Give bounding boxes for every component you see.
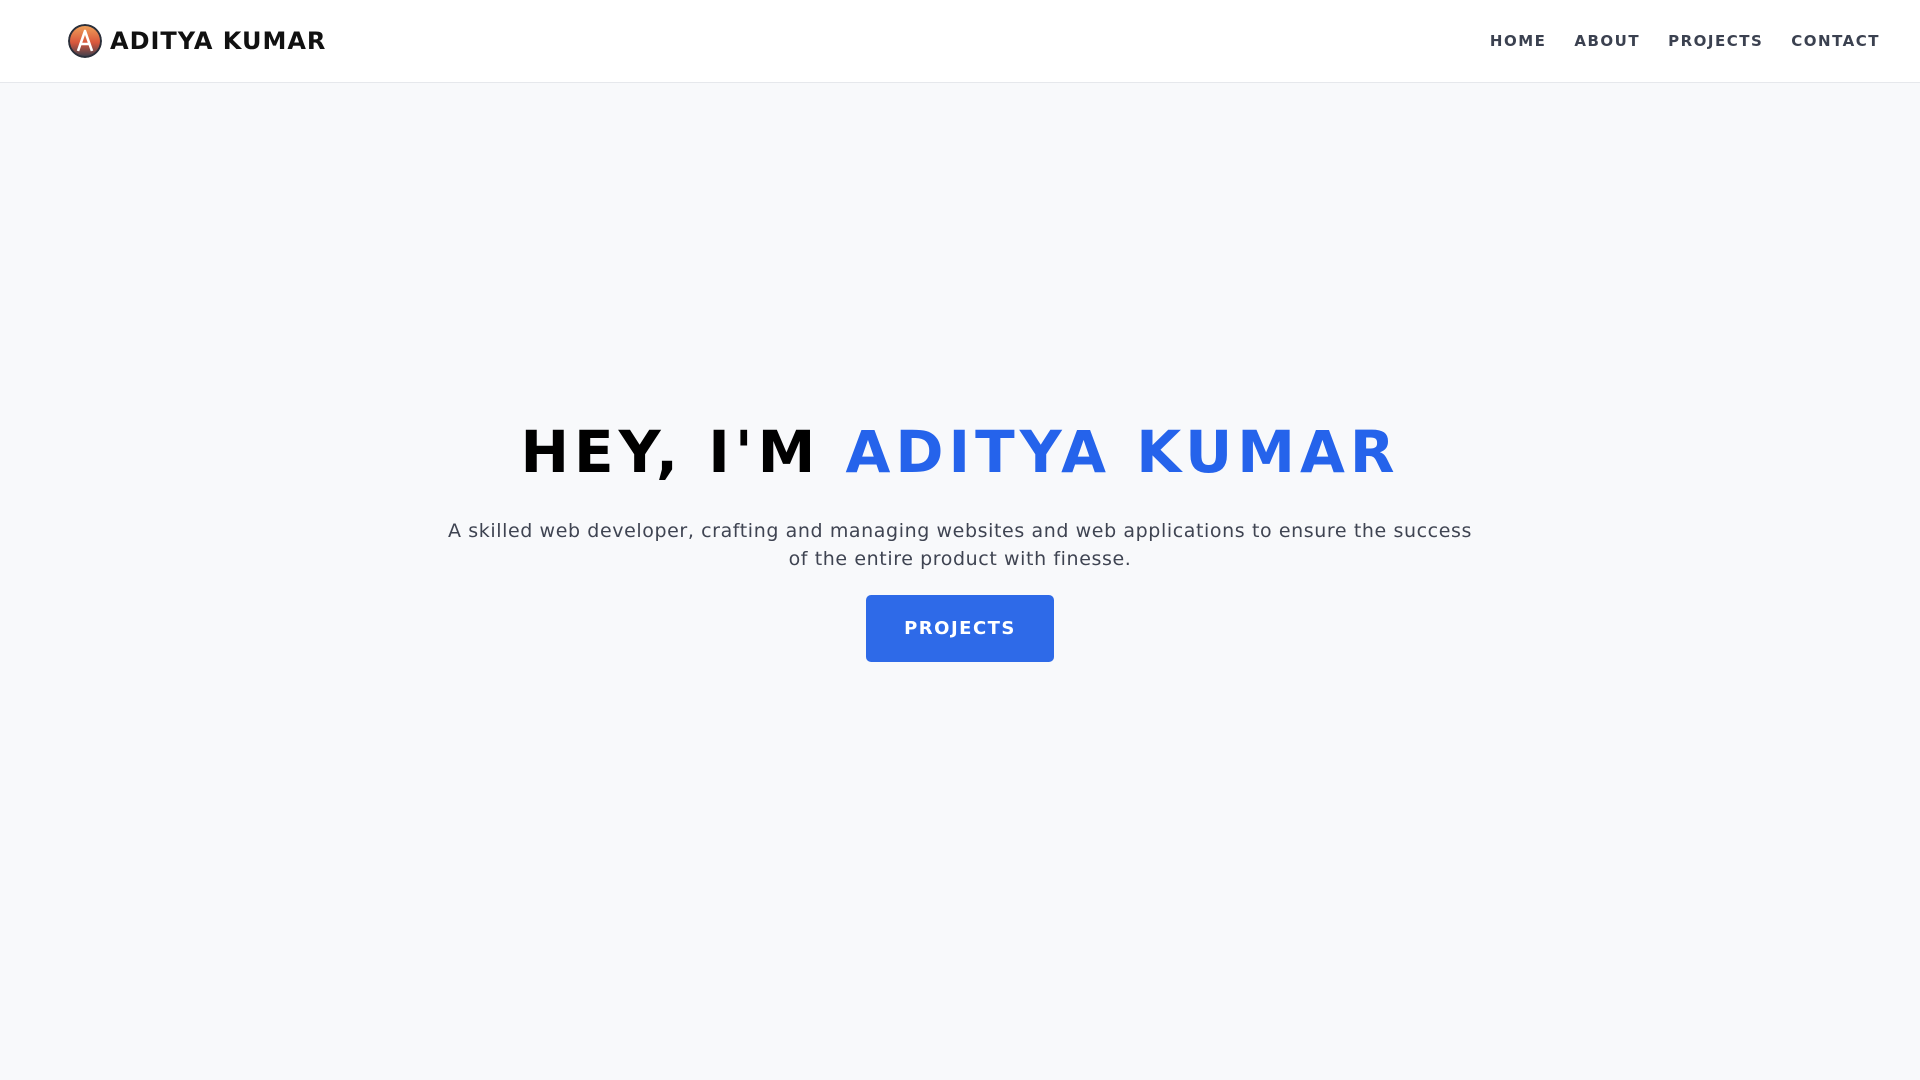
hero-subtitle: A skilled web developer, crafting and ma…: [447, 520, 1472, 570]
brand-home-link[interactable]: ADITYA KUMAR: [68, 24, 326, 58]
nav-contact-link[interactable]: CONTACT: [1791, 32, 1880, 50]
hero-section: HEY, I'M ADITYA KUMAR A skilled web deve…: [0, 83, 1920, 1080]
main-nav: HOME ABOUT PROJECTS CONTACT: [1490, 32, 1880, 50]
avatar-logo-icon: [68, 24, 102, 58]
nav-about-link[interactable]: ABOUT: [1574, 32, 1640, 50]
brand-name: ADITYA KUMAR: [110, 27, 327, 55]
nav-projects-link[interactable]: PROJECTS: [1668, 32, 1763, 50]
projects-cta-button[interactable]: PROJECTS: [866, 595, 1054, 662]
top-navbar: ADITYA KUMAR HOME ABOUT PROJECTS CONTACT: [0, 0, 1920, 83]
nav-home-link[interactable]: HOME: [1490, 32, 1546, 50]
hero-title-prefix: HEY, I'M: [520, 418, 846, 486]
hero-title: HEY, I'M ADITYA KUMAR: [520, 423, 1399, 481]
hero-title-name: ADITYA KUMAR: [845, 418, 1400, 486]
